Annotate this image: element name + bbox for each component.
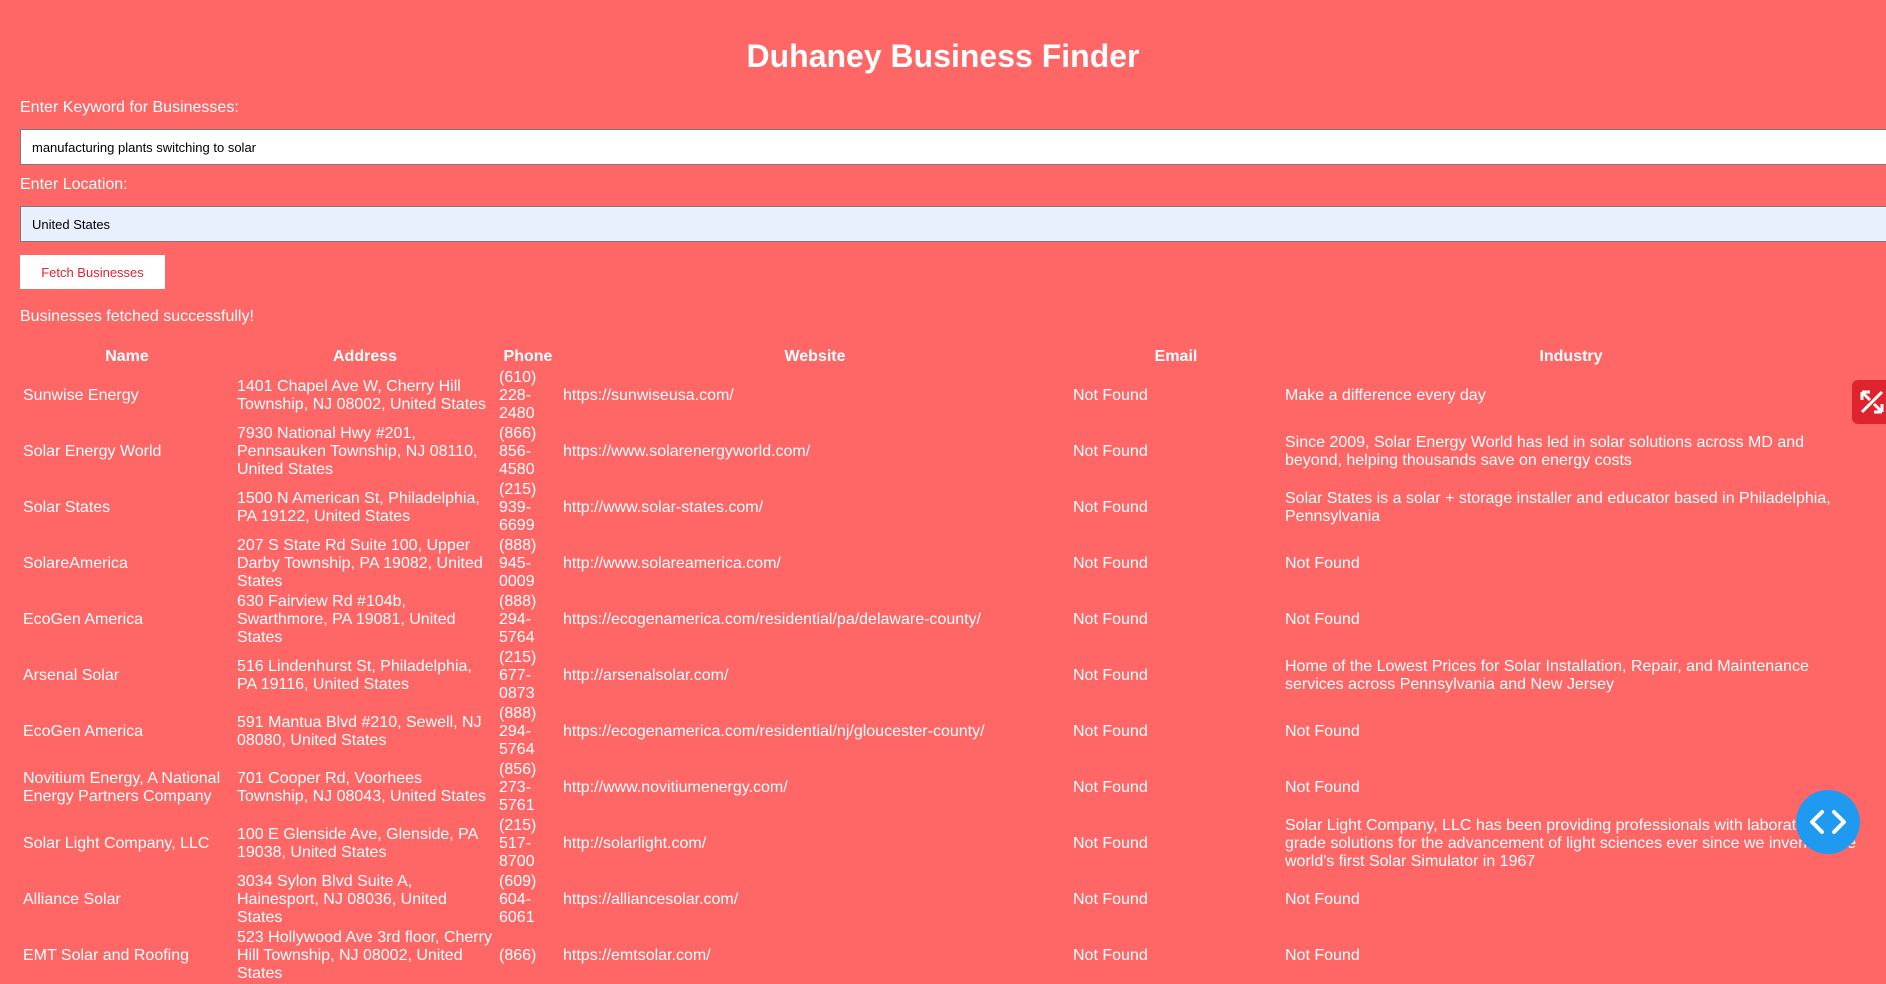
table-row: Alliance Solar 3034 Sylon Blvd Suite A, H… bbox=[20, 872, 1860, 928]
cell-address: 100 E Glenside Ave, Glenside, PA 19038, … bbox=[237, 826, 478, 861]
cell-website: https://alliancesolar.com/ bbox=[563, 891, 739, 908]
cell-industry: Since 2009, Solar Energy World has led i… bbox=[1285, 434, 1805, 469]
cell-industry: Not Found bbox=[1285, 723, 1360, 740]
cell-industry: Not Found bbox=[1285, 947, 1360, 964]
table-row: EcoGen America 591 Mantua Blvd #210, Sewe… bbox=[20, 704, 1860, 760]
cell-phone: (888) 945-0009 bbox=[499, 537, 537, 590]
table-row: Sunwise Energy 1401 Chapel Ave W, Cherry … bbox=[20, 368, 1860, 424]
cell-email: Not Found bbox=[1073, 555, 1148, 572]
cell-email: Not Found bbox=[1073, 891, 1148, 908]
cell-name: Arsenal Solar bbox=[23, 667, 120, 684]
cell-email: Not Found bbox=[1073, 667, 1148, 684]
table-row: EMT Solar and Roofing 523 Hollywood Ave 3… bbox=[20, 928, 1860, 984]
cell-address: 1500 N American St, Philadelphia, PA 191… bbox=[237, 490, 480, 525]
table-header-row: Name Address Phone Website Email Industr… bbox=[20, 346, 1860, 368]
header-phone: Phone bbox=[503, 348, 553, 365]
cell-address: 1401 Chapel Ave W, Cherry Hill Township,… bbox=[237, 378, 487, 413]
cell-phone: (215) 677-0873 bbox=[499, 649, 537, 702]
header-website: Website bbox=[784, 348, 846, 365]
cell-address: 630 Fairview Rd #104b, Swarthmore, PA 19… bbox=[237, 593, 456, 646]
table-row: Novitium Energy, A National Energy Partn… bbox=[20, 760, 1860, 816]
cell-phone: (866) 856-4580 bbox=[499, 425, 537, 478]
cell-name: Solar Energy World bbox=[23, 443, 162, 460]
table-row: SolareAmerica 207 S State Rd Suite 100, U… bbox=[20, 536, 1860, 592]
cell-website: http://solarlight.com/ bbox=[563, 835, 707, 852]
cell-website: https://ecogenamerica.com/residential/pa… bbox=[563, 611, 981, 628]
cell-name: SolareAmerica bbox=[23, 555, 128, 572]
cell-industry: Not Found bbox=[1285, 891, 1360, 908]
keyword-input[interactable] bbox=[20, 129, 1886, 165]
table-row: Solar States 1500 N American St, Philadel… bbox=[20, 480, 1860, 536]
cell-name: Alliance Solar bbox=[23, 891, 121, 908]
expand-icon[interactable] bbox=[1852, 380, 1886, 424]
fetch-businesses-button[interactable]: Fetch Businesses bbox=[20, 255, 165, 289]
code-icon-glyph bbox=[1810, 810, 1846, 834]
cell-email: Not Found bbox=[1073, 947, 1148, 964]
cell-name: Sunwise Energy bbox=[23, 387, 139, 404]
cell-name: Solar Light Company, LLC bbox=[23, 835, 210, 852]
cell-email: Not Found bbox=[1073, 499, 1148, 516]
location-input[interactable] bbox=[20, 206, 1886, 242]
cell-website: http://www.solar-states.com/ bbox=[563, 499, 764, 516]
cell-phone: (866) bbox=[499, 947, 537, 964]
cell-industry: Not Found bbox=[1285, 555, 1360, 572]
cell-industry: Solar States is a solar + storage instal… bbox=[1285, 490, 1831, 525]
cell-website: https://emtsolar.com/ bbox=[563, 947, 711, 964]
cell-phone: (888) 294-5764 bbox=[499, 593, 537, 646]
status-message: Businesses fetched successfully! bbox=[20, 308, 254, 325]
table-row: Arsenal Solar 516 Lindenhurst St, Philade… bbox=[20, 648, 1860, 704]
cell-website: https://ecogenamerica.com/residential/nj… bbox=[563, 723, 985, 740]
cell-address: 516 Lindenhurst St, Philadelphia, PA 191… bbox=[237, 658, 472, 693]
cell-email: Not Found bbox=[1073, 835, 1148, 852]
cell-industry: Not Found bbox=[1285, 779, 1360, 796]
header-industry: Industry bbox=[1539, 348, 1603, 365]
cell-phone: (215) 517-8700 bbox=[499, 817, 537, 870]
cell-industry: Not Found bbox=[1285, 611, 1360, 628]
header-name: Name bbox=[105, 348, 149, 365]
cell-phone: (856) 273-5761 bbox=[499, 761, 537, 814]
results-table: Name Address Phone Website Email Industr… bbox=[20, 346, 1860, 984]
keyword-label: Enter Keyword for Businesses: bbox=[20, 99, 239, 116]
table-row: EcoGen America 630 Fairview Rd #104b, Swa… bbox=[20, 592, 1860, 648]
cell-website: http://arsenalsolar.com/ bbox=[563, 667, 729, 684]
table-row: Solar Light Company, LLC 100 E Glenside A… bbox=[20, 816, 1860, 872]
table-row: Solar Energy World 7930 National Hwy #201… bbox=[20, 424, 1860, 480]
cell-name: Novitium Energy, A National Energy Partn… bbox=[23, 770, 221, 805]
expand-icon-glyph bbox=[1860, 390, 1884, 414]
page-title: Duhaney Business Finder bbox=[746, 38, 1140, 74]
cell-email: Not Found bbox=[1073, 779, 1148, 796]
cell-address: 207 S State Rd Suite 100, Upper Darby To… bbox=[237, 537, 483, 590]
cell-name: EcoGen America bbox=[23, 611, 144, 628]
cell-phone: (215) 939-6699 bbox=[499, 481, 537, 534]
header-email: Email bbox=[1154, 348, 1198, 365]
cell-website: http://www.novitiumenergy.com/ bbox=[563, 779, 788, 796]
cell-email: Not Found bbox=[1073, 387, 1148, 404]
location-label: Enter Location: bbox=[20, 176, 128, 193]
cell-address: 7930 National Hwy #201, Pennsauken Towns… bbox=[237, 425, 478, 478]
cell-name: EMT Solar and Roofing bbox=[23, 947, 190, 964]
header-address: Address bbox=[332, 348, 398, 365]
cell-website: https://www.solarenergyworld.com/ bbox=[563, 443, 811, 460]
cell-address: 523 Hollywood Ave 3rd floor, Cherry Hill… bbox=[237, 929, 492, 982]
cell-industry: Make a difference every day bbox=[1285, 387, 1486, 404]
cell-phone: (610) 228-2480 bbox=[499, 369, 537, 422]
cell-address: 701 Cooper Rd, Voorhees Township, NJ 080… bbox=[237, 770, 487, 805]
cell-email: Not Found bbox=[1073, 611, 1148, 628]
cell-email: Not Found bbox=[1073, 443, 1148, 460]
cell-industry: Solar Light Company, LLC has been provid… bbox=[1285, 817, 1856, 870]
cell-phone: (609) 604-6061 bbox=[499, 873, 537, 926]
cell-name: EcoGen America bbox=[23, 723, 144, 740]
cell-email: Not Found bbox=[1073, 723, 1148, 740]
cell-industry: Home of the Lowest Prices for Solar Inst… bbox=[1285, 658, 1809, 693]
cell-phone: (888) 294-5764 bbox=[499, 705, 537, 758]
cell-website: http://www.solareamerica.com/ bbox=[563, 555, 781, 572]
code-icon[interactable] bbox=[1796, 790, 1860, 854]
cell-address: 591 Mantua Blvd #210, Sewell, NJ 08080, … bbox=[237, 714, 482, 749]
cell-website: https://sunwiseusa.com/ bbox=[563, 387, 734, 404]
cell-address: 3034 Sylon Blvd Suite A, Hainesport, NJ … bbox=[237, 873, 447, 926]
cell-name: Solar States bbox=[23, 499, 111, 516]
